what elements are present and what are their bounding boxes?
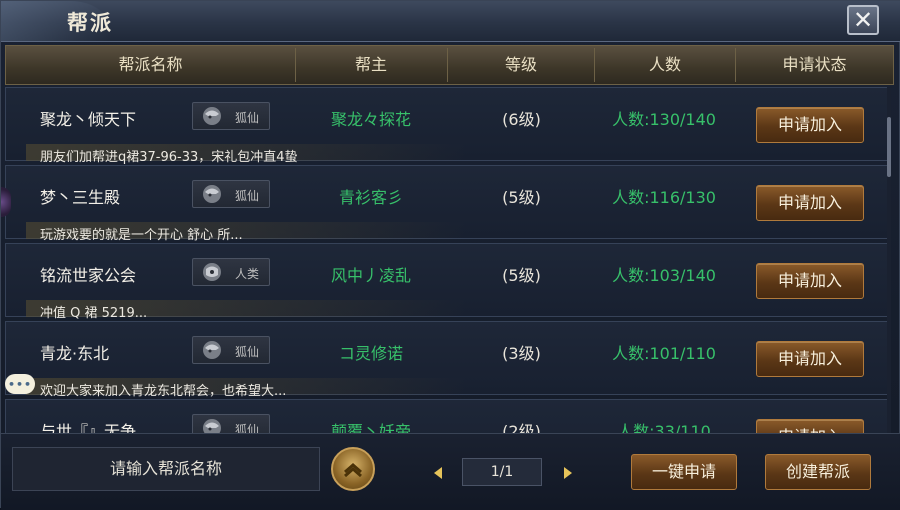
- guild-row[interactable]: 青龙·东北 狐仙 コ灵修诺 (3级) 人数:101/110 申请加入 欢迎大家来…: [5, 321, 891, 399]
- race-label: 狐仙: [235, 189, 260, 203]
- window-title: 帮派: [67, 11, 113, 35]
- guild-level: (3级): [502, 344, 541, 363]
- guild-row[interactable]: 梦丶三生殿 狐仙 青衫客彡 (5级) 人数:116/130 申请加入 玩游戏要的…: [5, 165, 891, 243]
- footer-bar: 请输入帮派名称 1/1 一键申请 创建帮派: [1, 433, 900, 510]
- race-label: 人类: [235, 267, 260, 281]
- race-badge: 狐仙: [192, 336, 270, 364]
- race-badge: 狐仙: [192, 414, 270, 433]
- race-label: 狐仙: [235, 111, 260, 125]
- guild-row[interactable]: 聚龙丶倾天下 狐仙 聚龙々探花 (6级) 人数:130/140 申请加入 朋友们…: [5, 87, 891, 165]
- guild-name: 铭流世家公会: [40, 266, 137, 285]
- guild-search-input[interactable]: 请输入帮派名称: [12, 447, 320, 491]
- guild-window: 帮派 ✕ 帮派名称 帮主 等级 人数 申请状态 聚龙丶倾天下 狐仙 聚龙々探花 …: [0, 0, 900, 510]
- race-emblem-icon: [203, 185, 221, 203]
- table-header: 帮派名称 帮主 等级 人数 申请状态: [5, 45, 894, 85]
- scroll-thumb[interactable]: [887, 117, 891, 177]
- close-icon: ✕: [852, 6, 874, 34]
- guild-members: 人数:103/140: [612, 266, 716, 285]
- guild-leader: コ灵修诺: [338, 344, 403, 363]
- guild-list[interactable]: 聚龙丶倾天下 狐仙 聚龙々探花 (6级) 人数:130/140 申请加入 朋友们…: [5, 87, 891, 433]
- guild-leader: 颠覆丶妖帝: [330, 422, 411, 433]
- header-guild-name: 帮派名称: [118, 55, 183, 74]
- race-label: 狐仙: [235, 423, 260, 433]
- race-emblem-icon: [203, 341, 221, 359]
- scroll-top-button[interactable]: [331, 447, 375, 491]
- guild-level: (5级): [502, 188, 541, 207]
- race-label: 狐仙: [235, 345, 260, 359]
- race-emblem-icon: [203, 419, 221, 433]
- race-emblem-icon: [203, 263, 221, 281]
- chat-bubble-icon[interactable]: •••: [5, 374, 35, 394]
- header-leader: 帮主: [354, 55, 387, 74]
- guild-notice: 朋友们加帮进q裙37-96-33，宋礼包冲直4蛰: [40, 150, 298, 165]
- guild-row[interactable]: 铭流世家公会 人类 风中丿凌乱 (5级) 人数:103/140 申请加入 冲值 …: [5, 243, 891, 321]
- race-emblem-icon: [203, 107, 221, 125]
- apply-join-button[interactable]: 申请加入: [756, 185, 864, 221]
- guild-members: 人数:116/130: [612, 188, 716, 207]
- header-members: 人数: [648, 55, 681, 74]
- create-guild-button[interactable]: 创建帮派: [765, 454, 871, 490]
- next-page-icon[interactable]: [564, 467, 572, 479]
- guild-level: (6级): [502, 110, 541, 129]
- title-bar: 帮派 ✕: [1, 1, 900, 42]
- guild-name: 聚龙丶倾天下: [40, 110, 137, 129]
- apply-join-button[interactable]: 申请加入: [756, 263, 864, 299]
- apply-join-button[interactable]: 申请加入: [756, 419, 864, 433]
- guild-notice: 玩游戏要的就是一个开心 舒心 所...: [40, 228, 243, 243]
- race-badge: 狐仙: [192, 102, 270, 130]
- guild-notice: 冲值 Q 裙 5219...: [40, 306, 148, 321]
- guild-leader: 聚龙々探花: [330, 110, 411, 129]
- list-scrollbar[interactable]: [887, 87, 891, 433]
- one-click-apply-button[interactable]: 一键申请: [631, 454, 737, 490]
- guild-name: 与世『』无争: [40, 422, 137, 433]
- guild-name: 梦丶三生殿: [40, 188, 121, 207]
- close-button[interactable]: ✕: [847, 5, 879, 35]
- race-badge: 狐仙: [192, 180, 270, 208]
- apply-join-button[interactable]: 申请加入: [756, 341, 864, 377]
- page-indicator: 1/1: [462, 458, 542, 486]
- guild-members: 人数:33/110: [617, 422, 711, 433]
- guild-leader: 风中丿凌乱: [330, 266, 411, 285]
- guild-leader: 青衫客彡: [338, 188, 403, 207]
- guild-members: 人数:101/110: [612, 344, 716, 363]
- prev-page-icon[interactable]: [434, 467, 442, 479]
- guild-level: (2级): [502, 422, 541, 433]
- guild-notice: 欢迎大家来加入青龙东北帮会，也希望大...: [40, 384, 287, 399]
- chevron-up-icon: [344, 463, 362, 477]
- guild-row[interactable]: 与世『』无争 狐仙 颠覆丶妖帝 (2级) 人数:33/110 申请加入: [5, 399, 891, 433]
- race-badge: 人类: [192, 258, 270, 286]
- guild-members: 人数:130/140: [612, 110, 716, 129]
- apply-join-button[interactable]: 申请加入: [756, 107, 864, 143]
- header-apply-status: 申请状态: [782, 55, 847, 74]
- guild-name: 青龙·东北: [40, 344, 110, 363]
- header-level: 等级: [504, 55, 537, 74]
- guild-level: (5级): [502, 266, 541, 285]
